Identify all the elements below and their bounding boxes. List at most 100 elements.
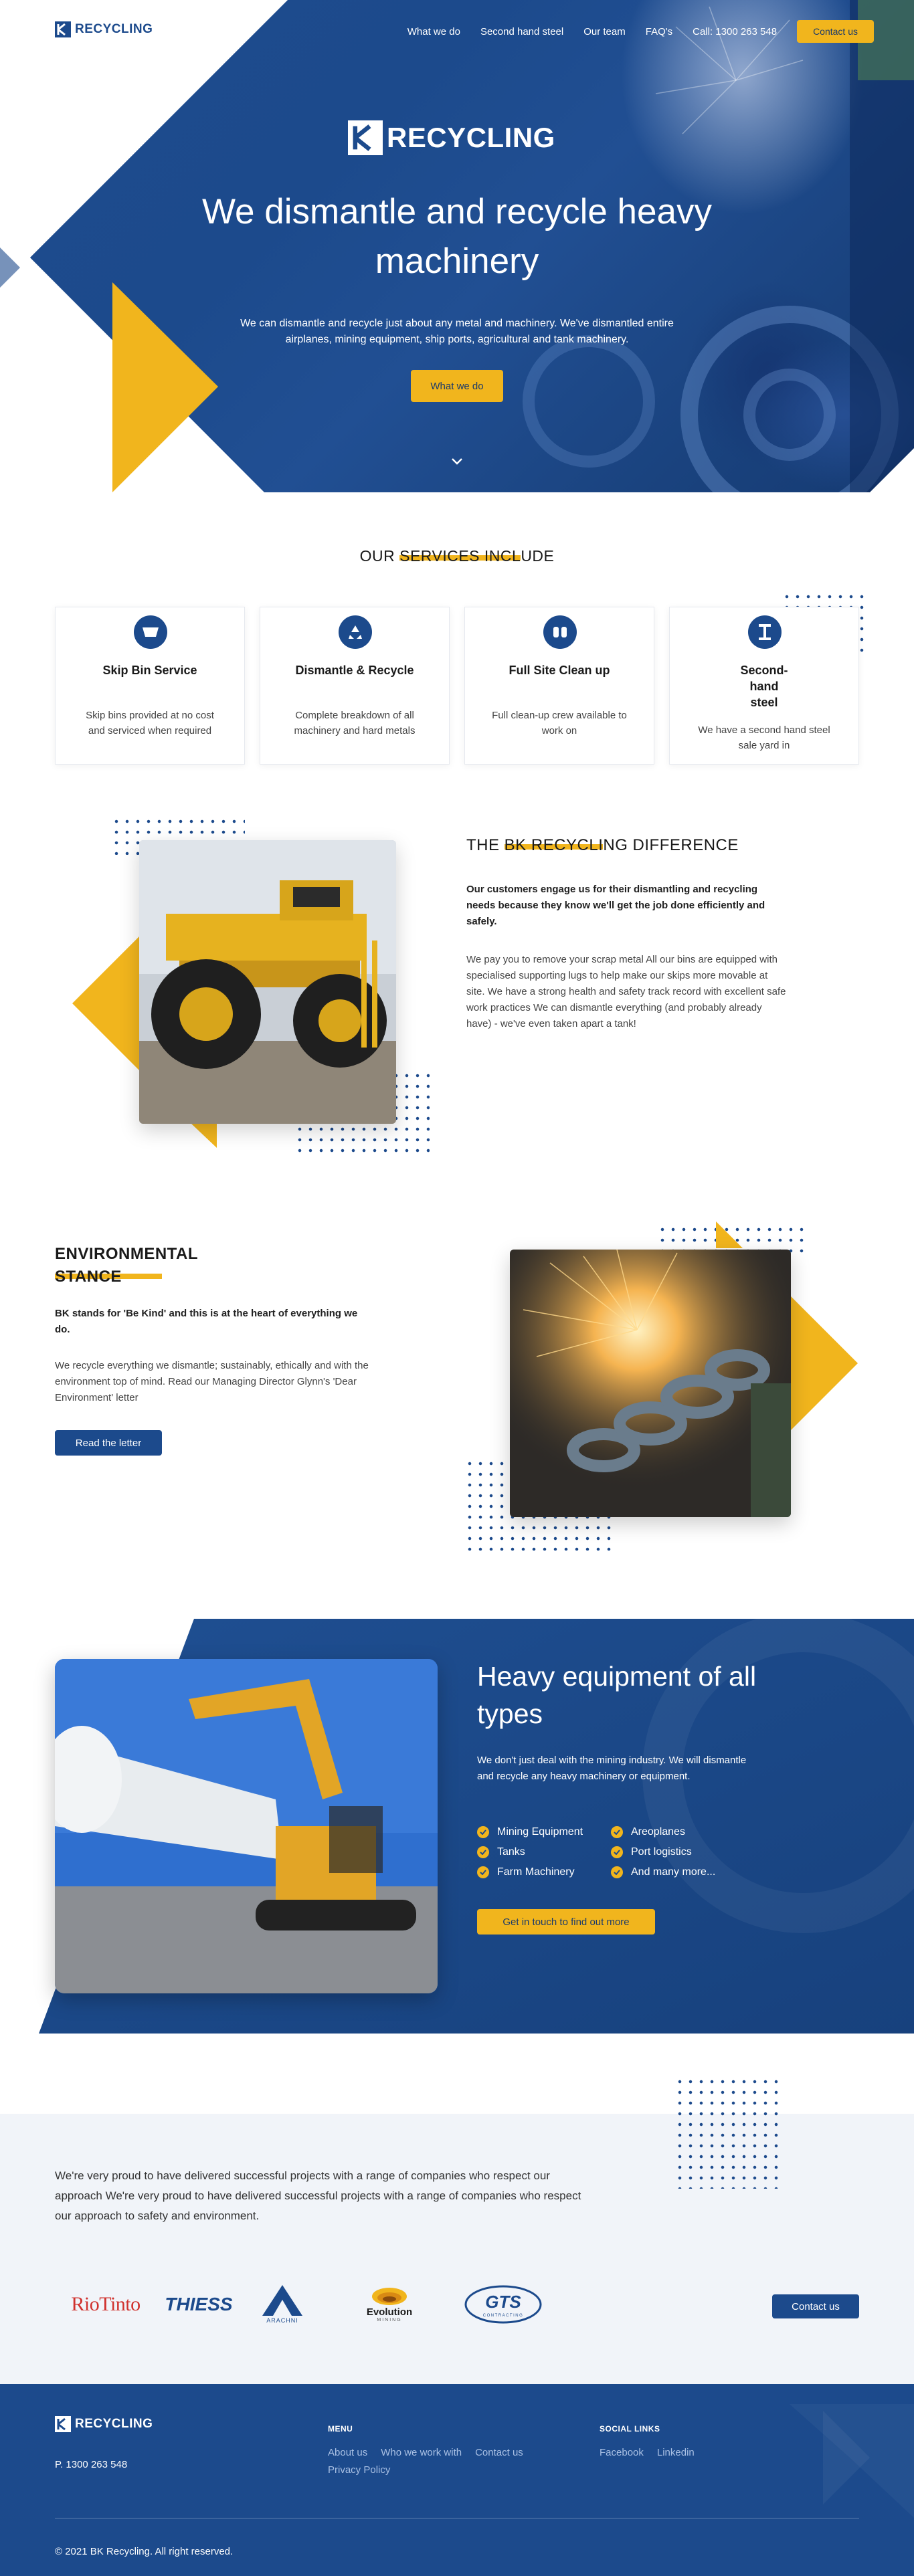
client-logo-text: THIESS <box>165 2294 233 2314</box>
equipment-item: Tanks <box>477 1845 611 1860</box>
service-title: Skip Bin Service <box>102 664 197 677</box>
environment-body: We recycle everything we dismantle; sust… <box>55 1360 369 1403</box>
check-icon <box>611 1846 623 1858</box>
nav-link-our-team[interactable]: Our team <box>583 26 626 37</box>
site-logo[interactable]: RECYCLING <box>55 21 153 37</box>
client-logo-text: RioTinto <box>71 2293 141 2315</box>
footer-copyright: © 2021 BK Recycling. All right reserved. <box>55 2546 234 2557</box>
equipment-text: We don't just deal with the mining indus… <box>477 1755 747 1782</box>
equipment-item: Mining Equipment <box>477 1825 611 1840</box>
bk-logo-icon <box>55 21 71 37</box>
gloves-icon <box>543 615 577 649</box>
recycle-icon <box>339 615 372 649</box>
clients-text: We're very proud to have delivered succe… <box>55 2169 581 2222</box>
hero-title: We dismantle and recycle heavy machinery <box>201 192 712 281</box>
footer-menu: About us Who we work with Contact us Pri… <box>328 2446 569 2478</box>
clients-contact-button[interactable]: Contact us <box>772 2294 859 2318</box>
hero-subtitle: We can dismantle and recycle just about … <box>240 318 674 345</box>
hero-what-we-do-button[interactable]: What we do <box>411 370 503 402</box>
evolution-logo-icon <box>372 2288 407 2305</box>
service-card-second-hand-steel[interactable]: Second-hand steel We have a second hand … <box>669 607 859 765</box>
service-text: Complete breakdown of all machinery and … <box>294 710 416 736</box>
footer-logo[interactable]: RECYCLING <box>55 2416 153 2432</box>
decorative-triangle <box>72 936 139 1070</box>
difference-lead: Our customers engage us for their disman… <box>466 884 765 927</box>
nav-link-second-hand-steel[interactable]: Second hand steel <box>480 26 563 37</box>
equipment-item-label: And many more... <box>631 1866 716 1878</box>
decorative-triangle <box>791 1296 858 1430</box>
equipment-title: Heavy equipment of all types <box>477 1661 757 1729</box>
bk-logo-icon <box>348 120 383 155</box>
footer-link-who-we-work-with[interactable]: Who we work with <box>381 2446 462 2460</box>
service-text: Skip bins provided at no cost and servic… <box>86 710 214 736</box>
service-title: Dismantle & Recycle <box>295 664 414 677</box>
services-title-post: UDE <box>521 547 555 565</box>
environment-lead: BK stands for 'Be Kind' and this is at t… <box>55 1308 358 1335</box>
footer-logo-text: RECYCLING <box>75 2417 153 2431</box>
footer-link-linkedin[interactable]: Linkedin <box>657 2446 695 2460</box>
difference-body: We pay you to remove your scrap metal Al… <box>466 954 786 1029</box>
difference-title-post: NG DIFFERENCE <box>603 836 739 854</box>
equipment-item-label: Tanks <box>497 1846 525 1858</box>
footer-link-privacy-policy[interactable]: Privacy Policy <box>328 2463 390 2478</box>
grinding-sparks-image <box>510 1250 791 1517</box>
get-in-touch-button[interactable]: Get in touch to find out more <box>477 1909 655 1935</box>
decorative-triangle <box>191 1124 217 1148</box>
top-navigation: RECYCLING What we do Second hand steel O… <box>0 0 914 62</box>
service-title: Full Site Clean up <box>509 664 610 677</box>
chevron-down-icon[interactable] <box>449 455 465 468</box>
check-icon <box>611 1866 623 1878</box>
equipment-item-label: Farm Machinery <box>497 1866 575 1878</box>
logo-text: RECYCLING <box>75 22 153 36</box>
nav-contact-button[interactable]: Contact us <box>797 20 874 43</box>
check-icon <box>611 1826 623 1838</box>
decorative-triangle <box>716 1221 743 1248</box>
services-title: OUR SERVICES INCLUDE <box>0 547 914 565</box>
nav-phone-link[interactable]: Call: 1300 263 548 <box>693 26 777 37</box>
footer-phone[interactable]: P. 1300 263 548 <box>55 2459 127 2470</box>
check-icon <box>477 1826 489 1838</box>
client-logo-text: Evolution <box>366 2306 413 2318</box>
footer-menu-heading: MENU <box>328 2424 353 2434</box>
footer-link-contact-us[interactable]: Contact us <box>475 2446 523 2460</box>
difference-title-highlight: BK RECYCLI <box>504 836 604 854</box>
services-title-pre: OUR <box>359 547 400 565</box>
footer-social-heading: SOCIAL LINKS <box>600 2424 660 2434</box>
difference-title: THE BK RECYCLING DIFFERENCE <box>466 836 739 855</box>
client-logo-arachni: ARACHNI <box>256 2274 309 2335</box>
gts-logo-tagline: CONTRACTING <box>483 2314 524 2318</box>
client-logo-thiess: THIESS <box>155 2274 242 2335</box>
equipment-item: Port logistics <box>611 1845 745 1860</box>
equipment-list: Mining Equipment Areoplanes Tanks Port l… <box>477 1825 758 1880</box>
client-logo-gts: GTS CONTRACTING <box>463 2274 543 2335</box>
services-title-highlight: SERVICES INCL <box>399 547 521 565</box>
service-title: Second-hand steel <box>740 664 788 709</box>
footer-link-facebook[interactable]: Facebook <box>600 2446 644 2460</box>
hero-logo-text: RECYCLING <box>387 122 555 153</box>
environment-title-line1: ENVIRONMENTAL <box>55 1245 199 1263</box>
gts-logo-icon: GTS CONTRACTING <box>464 2285 542 2324</box>
footer-link-about-us[interactable]: About us <box>328 2446 367 2460</box>
service-card-dismantle[interactable]: Dismantle & Recycle Complete breakdown o… <box>260 607 450 765</box>
nav-link-faqs[interactable]: FAQ's <box>646 26 672 37</box>
service-text: We have a second hand steel sale yard in <box>698 724 830 751</box>
client-logo-evolution: Evolution MINING <box>356 2274 423 2335</box>
check-icon <box>477 1846 489 1858</box>
bk-logo-icon <box>55 2416 71 2432</box>
nav-link-what-we-do[interactable]: What we do <box>407 26 460 37</box>
decorative-dots <box>674 2076 782 2189</box>
equipment-item-label: Areoplanes <box>631 1826 685 1838</box>
service-text: Full clean-up crew available to work on <box>492 710 627 736</box>
service-card-site-clean-up[interactable]: Full Site Clean up Full clean-up crew av… <box>464 607 654 765</box>
read-the-letter-button[interactable]: Read the letter <box>55 1430 162 1456</box>
environment-title-line2: STANCE <box>55 1266 162 1288</box>
hero-section: RECYCLING What we do Second hand steel O… <box>0 0 914 492</box>
steel-beam-icon <box>748 615 782 649</box>
skip-bin-icon <box>134 615 167 649</box>
environment-title: ENVIRONMENTAL STANCE <box>55 1243 198 1288</box>
equipment-item: Farm Machinery <box>477 1865 611 1880</box>
gts-logo-text: GTS <box>485 2292 521 2312</box>
equipment-item: Areoplanes <box>611 1825 745 1840</box>
service-card-skip-bin[interactable]: Skip Bin Service Skip bins provided at n… <box>55 607 245 765</box>
excavator-airplane-image <box>55 1659 438 1993</box>
